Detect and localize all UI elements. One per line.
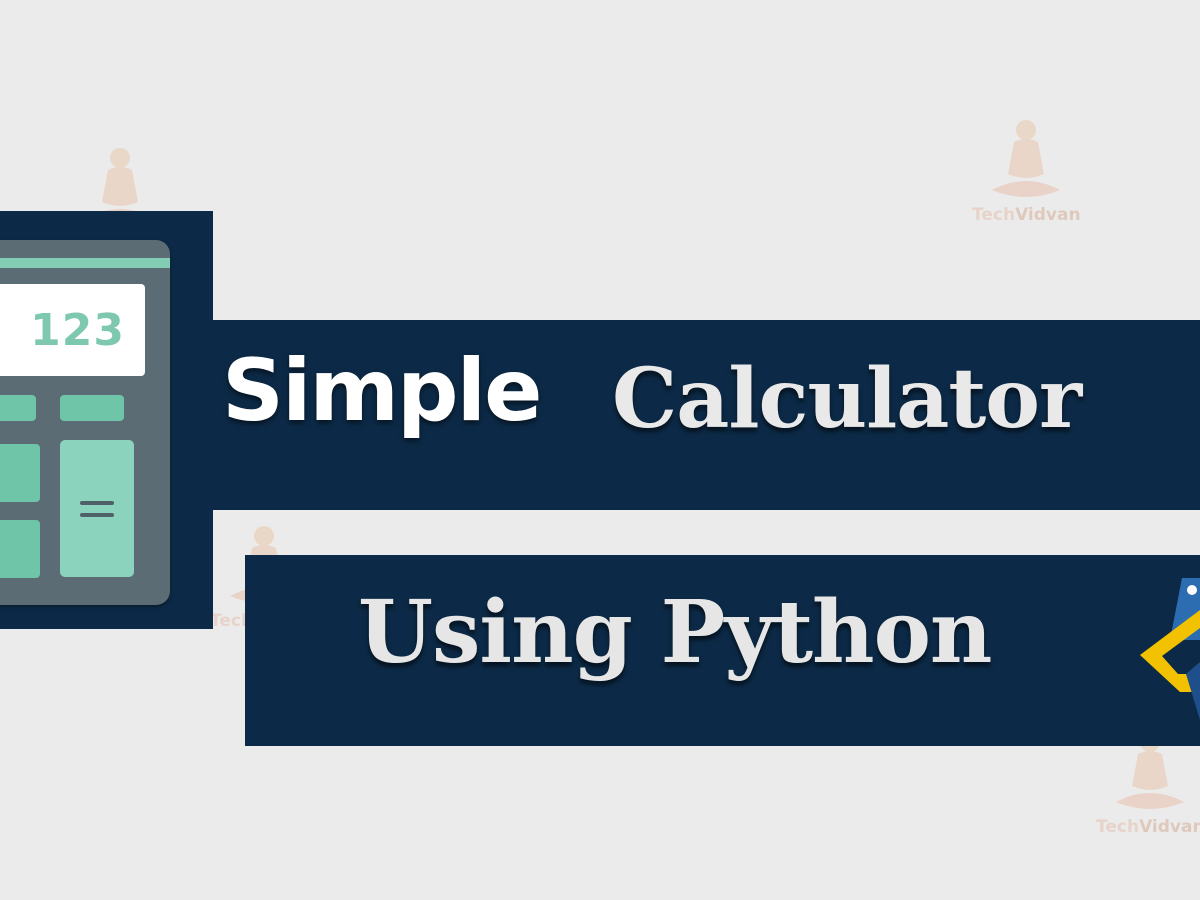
meditating-figure-icon (992, 120, 1061, 197)
calculator-key (60, 395, 124, 421)
equals-key (60, 440, 134, 577)
calculator-key (0, 444, 40, 502)
title-word-simple: Simple (222, 341, 542, 441)
calculator-key (0, 395, 36, 421)
python-logo-icon (1140, 578, 1200, 720)
calculator-top-strip (0, 258, 170, 268)
calculator-icon: 123 (0, 240, 170, 605)
title-word-calculator: Calculator (612, 351, 1082, 447)
calculator-display: 123 (0, 284, 145, 376)
calculator-key (0, 520, 40, 578)
watermark-logo: TechVidvan (972, 112, 1081, 225)
subtitle-text: Using Python (358, 582, 992, 683)
watermark-text: TechVidvan (1096, 817, 1200, 837)
watermark-text: TechVidvan (972, 205, 1081, 225)
